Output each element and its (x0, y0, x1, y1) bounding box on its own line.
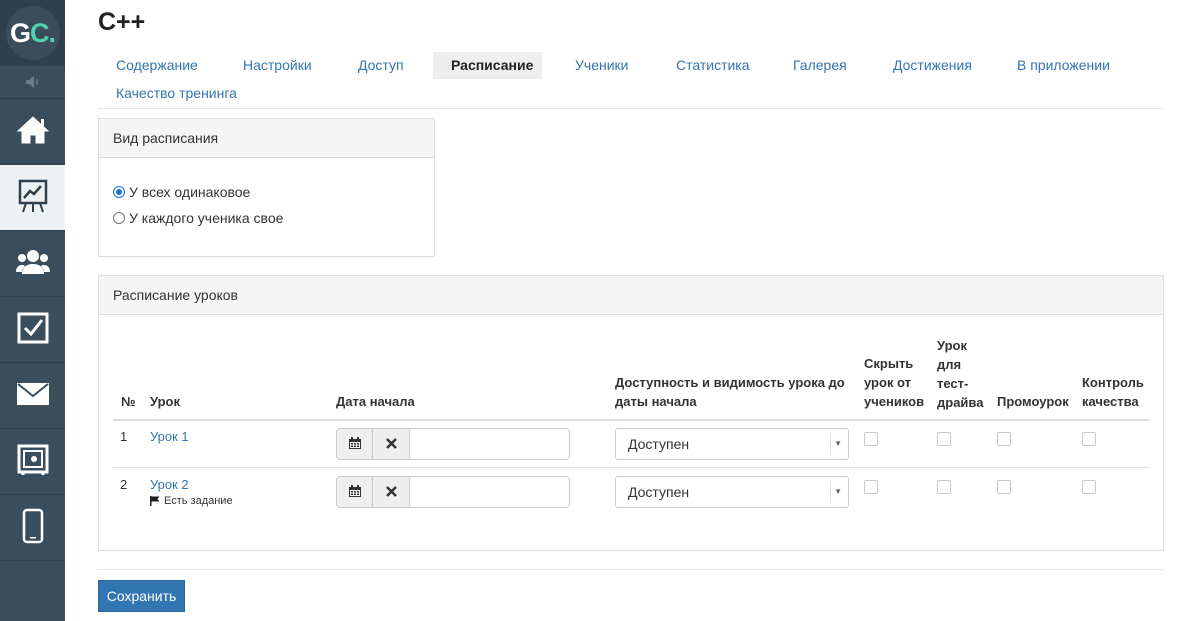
select-separator (830, 481, 831, 503)
header-line: учеников (864, 394, 925, 409)
promo-lesson-checkbox[interactable] (997, 480, 1011, 494)
quality-control-checkbox[interactable] (1082, 480, 1096, 494)
sidebar-item-mobile[interactable] (0, 495, 65, 561)
sidebar-item-training[interactable] (0, 165, 65, 231)
tab-schedule[interactable]: Расписание (433, 52, 542, 79)
radio-label: У каждого ученика свое (129, 210, 284, 226)
col-hide-header: Скрыть урок от учеников (864, 354, 924, 411)
col-trial-header: Урок для тест- драйва (937, 336, 983, 412)
radio-label: У всех одинаковое (129, 184, 251, 200)
start-date-input[interactable] (410, 428, 570, 460)
lesson-link[interactable]: Урок 2 (150, 477, 189, 492)
flag-icon (150, 496, 161, 506)
tabs: Содержание Настройки Доступ Расписание У… (98, 52, 1164, 109)
header-line: Доступность и видимость урока до (615, 375, 845, 390)
quality-control-checkbox[interactable] (1082, 432, 1096, 446)
task-note: Есть задание (150, 495, 233, 507)
chevron-down-icon: ▼ (834, 439, 842, 448)
clear-date-button[interactable] (373, 476, 410, 508)
tab-training-quality[interactable]: Качество тренинга (98, 80, 255, 107)
col-quality-header: Контроль качества (1082, 373, 1144, 411)
header-line: даты начала (615, 394, 697, 409)
col-num-header: № (121, 394, 136, 409)
logo-text: GC. (9, 17, 56, 48)
sidebar-item-home[interactable] (0, 99, 65, 165)
header-line: драйва (937, 395, 984, 410)
header-line: Урок (937, 338, 967, 353)
chevron-down-icon: ▼ (834, 487, 842, 496)
availability-value: Доступен (628, 484, 690, 500)
mail-icon (16, 383, 49, 408)
tab-settings[interactable]: Настройки (225, 52, 330, 79)
tab-achievements[interactable]: Достижения (875, 52, 990, 79)
header-line: урок от (864, 375, 912, 390)
select-separator (830, 433, 831, 455)
form-divider (98, 569, 1164, 570)
calendar-button[interactable] (336, 476, 373, 508)
row-divider (113, 467, 1149, 468)
home-icon (16, 114, 50, 149)
schedule-type-heading: Вид расписания (99, 119, 434, 158)
header-line: тест- (937, 376, 969, 391)
hide-lesson-checkbox[interactable] (864, 480, 878, 494)
header-line: Скрыть (864, 356, 914, 371)
calendar-icon (348, 436, 361, 452)
sidebar: GC. (0, 0, 65, 621)
col-start-date-header: Дата начала (336, 394, 415, 409)
schedule-type-panel: Вид расписания У всех одинаковое У каждо… (98, 118, 435, 257)
radio-same-for-all[interactable]: У всех одинаковое (113, 184, 250, 200)
logo[interactable]: GC. (0, 0, 65, 66)
mobile-icon (22, 508, 44, 547)
start-date-group (336, 428, 570, 460)
users-icon (15, 248, 50, 279)
radio-button-checked[interactable] (113, 186, 125, 198)
calendar-button[interactable] (336, 428, 373, 460)
clear-date-button[interactable] (373, 428, 410, 460)
lesson-link[interactable]: Урок 1 (150, 429, 189, 444)
availability-value: Доступен (628, 436, 690, 452)
header-divider (113, 419, 1149, 421)
col-promo-header: Промоурок (997, 394, 1069, 409)
announcement-icon[interactable] (0, 66, 65, 99)
tab-gallery[interactable]: Галерея (775, 52, 865, 79)
availability-select[interactable]: Доступен ▼ (615, 476, 849, 508)
task-note-label: Есть задание (164, 495, 233, 507)
col-lesson-header: Урок (150, 394, 180, 409)
header-line: для (937, 357, 962, 372)
radio-individual[interactable]: У каждого ученика свое (113, 210, 283, 226)
sidebar-item-users[interactable] (0, 231, 65, 297)
close-icon (385, 484, 397, 500)
safe-icon (17, 444, 49, 479)
calendar-icon (348, 484, 361, 500)
start-date-group (336, 476, 570, 508)
header-line: качества (1082, 394, 1139, 409)
radio-button[interactable] (113, 212, 125, 224)
sidebar-item-sales[interactable] (0, 429, 65, 495)
row-num: 1 (120, 429, 128, 444)
availability-select[interactable]: Доступен ▼ (615, 428, 849, 460)
tab-statistics[interactable]: Статистика (658, 52, 768, 79)
header-line: Контроль (1082, 375, 1144, 390)
sidebar-item-tasks[interactable] (0, 297, 65, 363)
promo-lesson-checkbox[interactable] (997, 432, 1011, 446)
sidebar-item-messages[interactable] (0, 363, 65, 429)
trial-lesson-checkbox[interactable] (937, 480, 951, 494)
trial-lesson-checkbox[interactable] (937, 432, 951, 446)
tab-in-app[interactable]: В приложении (999, 52, 1128, 79)
col-availability-header: Доступность и видимость урока до даты на… (615, 373, 845, 411)
save-button[interactable]: Сохранить (98, 580, 185, 612)
lessons-schedule-panel: Расписание уроков № Урок Дата начала Дос… (98, 275, 1164, 551)
page-title: C++ (98, 8, 146, 36)
logo-mark: GC. (5, 6, 60, 60)
checkbox-icon (17, 312, 49, 347)
row-num: 2 (120, 477, 128, 492)
hide-lesson-checkbox[interactable] (864, 432, 878, 446)
close-icon (385, 436, 397, 452)
tab-access[interactable]: Доступ (340, 52, 422, 79)
chart-board-icon (18, 179, 48, 216)
start-date-input[interactable] (410, 476, 570, 508)
tab-contents[interactable]: Содержание (98, 52, 216, 79)
tab-students[interactable]: Ученики (557, 52, 646, 79)
lessons-schedule-heading: Расписание уроков (99, 276, 1163, 315)
